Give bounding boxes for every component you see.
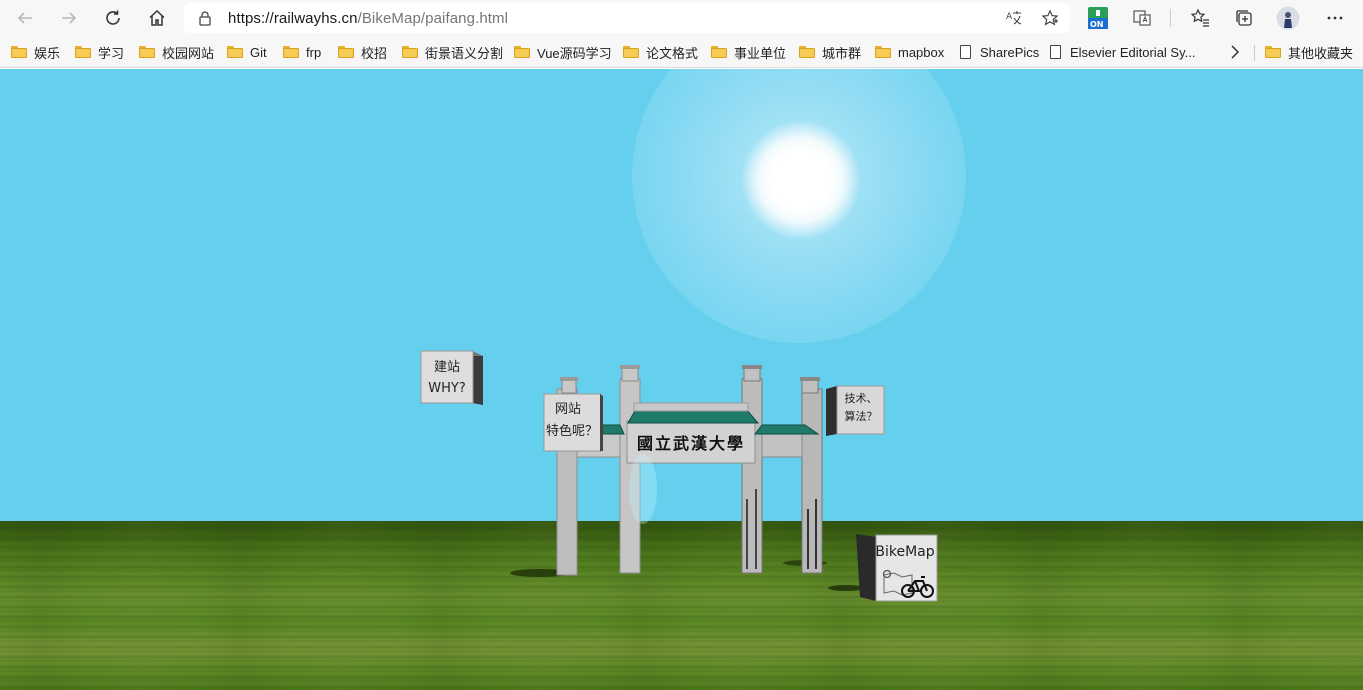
info-box-why[interactable]: 建站 WHY? bbox=[420, 348, 486, 408]
refresh-button[interactable] bbox=[99, 4, 127, 32]
folder-icon bbox=[711, 46, 727, 58]
folder-icon bbox=[338, 46, 354, 58]
arrow-right-icon bbox=[62, 12, 77, 24]
forward-button[interactable] bbox=[55, 4, 83, 32]
box-feature-line1: 网站 bbox=[555, 402, 581, 417]
bookmark-label: 街景语义分割 bbox=[425, 45, 504, 61]
bookmark-folder[interactable]: Vue源码学习 bbox=[514, 43, 612, 61]
page-icon bbox=[960, 45, 971, 59]
collections-button[interactable] bbox=[1230, 4, 1258, 32]
box-why-line1: 建站 bbox=[434, 360, 460, 375]
collections-icon bbox=[1236, 10, 1252, 26]
bookmarks-divider bbox=[1254, 45, 1255, 61]
folder-icon bbox=[623, 46, 639, 58]
refresh-icon bbox=[106, 10, 120, 25]
bookmark-folder[interactable]: 事业单位 bbox=[711, 43, 786, 61]
folder-icon bbox=[11, 46, 27, 58]
bookmark-folder[interactable]: 校招 bbox=[338, 43, 387, 61]
bookmark-folder[interactable]: 校园网站 bbox=[139, 43, 214, 61]
info-box-feature[interactable]: 网站 特色呢？ bbox=[543, 392, 605, 454]
info-box-tech[interactable]: 技术、 算法？ bbox=[825, 384, 887, 438]
bookmark-folder[interactable]: 学习 bbox=[75, 43, 124, 61]
url-host: https://railwayhs.cn bbox=[228, 10, 358, 27]
bookmark-label: 学习 bbox=[98, 45, 125, 61]
more-menu-button[interactable] bbox=[1321, 4, 1349, 32]
back-button[interactable] bbox=[11, 4, 39, 32]
favorites-list-icon bbox=[1190, 8, 1209, 27]
home-button[interactable] bbox=[143, 4, 171, 32]
home-icon bbox=[149, 9, 165, 26]
browser-toolbar: https://railwayhs.cn/BikeMap/paifang.htm… bbox=[0, 0, 1363, 36]
page-icon bbox=[1050, 45, 1061, 59]
translate-button[interactable] bbox=[1128, 4, 1156, 32]
bookmark-label: Git bbox=[250, 44, 267, 60]
folder-icon bbox=[514, 46, 530, 58]
toolbar-divider bbox=[1170, 9, 1171, 27]
other-bookmarks-folder[interactable]: 其他收藏夹 bbox=[1265, 43, 1353, 61]
svg-text:ON: ON bbox=[1090, 20, 1104, 29]
box-tech-line2: 算法？ bbox=[845, 409, 878, 423]
folder-icon bbox=[402, 46, 418, 58]
bookmark-folder[interactable]: frp bbox=[283, 43, 321, 61]
sun bbox=[742, 121, 860, 239]
box-tech-line1: 技术、 bbox=[845, 392, 878, 405]
profile-button[interactable] bbox=[1274, 4, 1302, 32]
bookmarks-bar: 娱乐 学习 校园网站 Git frp 校招 街景语义分割 Vue源码学习 论文格… bbox=[0, 36, 1363, 68]
bookmark-label: Elsevier Editorial Sy... bbox=[1070, 44, 1196, 60]
folder-icon bbox=[1265, 46, 1281, 58]
box-why-line2: WHY? bbox=[428, 381, 465, 396]
bikemap-box[interactable]: BikeMap bbox=[826, 531, 940, 603]
bookmark-label: 校招 bbox=[361, 45, 388, 61]
bookmark-label: 事业单位 bbox=[734, 45, 787, 61]
bookmark-folder[interactable]: 娱乐 bbox=[11, 43, 60, 61]
folder-icon bbox=[139, 46, 155, 58]
more-dots-icon bbox=[1327, 16, 1343, 20]
bookmark-label: frp bbox=[306, 44, 322, 60]
avatar bbox=[1276, 6, 1300, 30]
folder-icon bbox=[799, 46, 815, 58]
bookmark-folder[interactable]: 城市群 bbox=[799, 43, 861, 61]
bookmark-folder[interactable]: 论文格式 bbox=[623, 43, 698, 61]
bookmark-page[interactable]: Elsevier Editorial Sy... bbox=[1050, 43, 1195, 61]
extension-on-icon[interactable]: ON bbox=[1088, 7, 1108, 29]
box-feature-line2: 特色呢？ bbox=[546, 423, 598, 439]
bookmark-label: 论文格式 bbox=[646, 45, 699, 61]
bookmark-label: mapbox bbox=[898, 44, 945, 60]
address-bar[interactable]: https://railwayhs.cn/BikeMap/paifang.htm… bbox=[184, 3, 1070, 33]
bookmark-folder[interactable]: 街景语义分割 bbox=[402, 43, 503, 61]
folder-icon bbox=[227, 46, 243, 58]
bookmark-folder[interactable]: Git bbox=[227, 43, 267, 61]
bookmark-page[interactable]: SharePics bbox=[960, 43, 1039, 61]
favorites-button[interactable] bbox=[1186, 4, 1214, 32]
folder-icon bbox=[75, 46, 91, 58]
bookmark-label: 其他收藏夹 bbox=[1288, 45, 1354, 61]
bookmark-label: SharePics bbox=[980, 44, 1040, 60]
bookmark-label: 娱乐 bbox=[34, 45, 61, 61]
svg-text:A: A bbox=[1006, 12, 1013, 22]
gate-plaque-text: 國立武漢大學 bbox=[637, 434, 745, 453]
lock-icon bbox=[198, 10, 212, 31]
chevron-right-icon bbox=[1231, 45, 1240, 59]
read-aloud-icon[interactable]: A bbox=[1004, 9, 1024, 27]
bikemap-title: BikeMap bbox=[875, 544, 934, 560]
webgl-scene-canvas[interactable]: 國立武漢大學 建站 WHY? 网站 特色呢？ 技术、 算法？ BikeMap bbox=[0, 69, 1363, 690]
translate-icon bbox=[1133, 10, 1151, 26]
folder-icon bbox=[283, 46, 299, 58]
folder-icon bbox=[875, 46, 891, 58]
url-text[interactable]: https://railwayhs.cn/BikeMap/paifang.htm… bbox=[228, 10, 508, 27]
favorite-star-icon[interactable] bbox=[1040, 9, 1060, 27]
bookmark-folder[interactable]: mapbox bbox=[875, 43, 944, 61]
url-path: /BikeMap/paifang.html bbox=[357, 10, 509, 27]
bookmarks-overflow-button[interactable] bbox=[1230, 43, 1240, 61]
arrow-left-icon bbox=[17, 12, 32, 24]
bookmark-label: 校园网站 bbox=[162, 45, 215, 61]
bookmark-label: 城市群 bbox=[822, 45, 862, 61]
bookmark-label: Vue源码学习 bbox=[537, 45, 612, 61]
